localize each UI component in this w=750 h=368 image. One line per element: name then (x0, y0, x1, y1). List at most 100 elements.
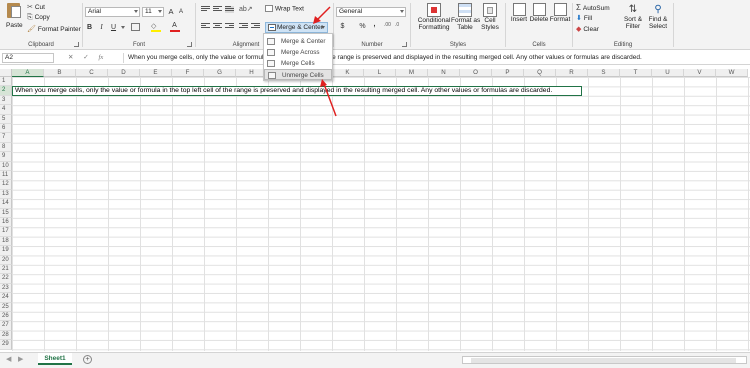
cancel-icon[interactable]: ✕ (68, 54, 73, 61)
fill-button[interactable]: ⬇ Fill (576, 14, 592, 22)
column-header[interactable]: N (428, 69, 460, 77)
column-header[interactable]: P (492, 69, 524, 77)
font-name-select[interactable]: Arial (85, 7, 140, 17)
font-size-select[interactable]: 11 (142, 7, 164, 17)
find-select-button[interactable]: ⚲ Find & Select (646, 3, 670, 30)
menu-item-merge-across[interactable]: Merge Across (264, 47, 332, 58)
copy-button[interactable]: ⎘ Copy (27, 14, 50, 22)
column-header[interactable]: K (332, 69, 364, 77)
sort-filter-button[interactable]: ⇅ Sort & Filter (621, 3, 645, 30)
shrink-font-button[interactable]: A (177, 8, 185, 17)
grow-font-button[interactable]: A (167, 7, 175, 16)
row-header[interactable]: 29 (0, 340, 12, 350)
add-sheet-button[interactable]: + (83, 355, 92, 364)
column-header[interactable]: W (716, 69, 748, 77)
sheet-tab[interactable]: Sheet1 (38, 353, 72, 365)
row-header[interactable]: 25 (0, 302, 12, 312)
row-header[interactable]: 16 (0, 218, 12, 228)
name-box[interactable]: A2 (2, 53, 54, 63)
bold-button[interactable]: B (85, 23, 94, 32)
row-header[interactable]: 2 (0, 86, 12, 96)
decrease-decimal-icon[interactable]: .0 (395, 22, 399, 28)
row-header[interactable]: 14 (0, 199, 12, 209)
column-header[interactable]: L (364, 69, 396, 77)
row-header[interactable]: 11 (0, 171, 12, 181)
row-header[interactable]: 6 (0, 124, 12, 134)
decrease-indent-icon[interactable] (239, 23, 248, 30)
middle-align-icon[interactable] (213, 6, 222, 13)
column-header[interactable]: D (108, 69, 140, 77)
column-header[interactable]: O (460, 69, 492, 77)
align-right-icon[interactable] (225, 23, 234, 30)
align-left-icon[interactable] (201, 23, 210, 30)
align-center-icon[interactable] (213, 23, 222, 30)
autosum-button[interactable]: Σ AutoSum (576, 3, 610, 12)
column-header[interactable]: G (204, 69, 236, 77)
column-header[interactable]: E (140, 69, 172, 77)
clear-button[interactable]: ◆ Clear (576, 25, 599, 33)
row-header[interactable]: 18 (0, 236, 12, 247)
row-header[interactable]: 8 (0, 142, 12, 153)
increase-decimal-icon[interactable]: .00 (384, 22, 391, 28)
row-header[interactable]: 9 (0, 152, 12, 162)
italic-button[interactable]: I (97, 23, 106, 32)
increase-indent-icon[interactable] (251, 23, 260, 30)
wrap-text-button[interactable]: Wrap Text (265, 5, 304, 12)
row-header[interactable]: 24 (0, 293, 12, 303)
column-header[interactable]: V (684, 69, 716, 77)
column-header[interactable]: R (556, 69, 588, 77)
row-header[interactable]: 5 (0, 114, 12, 124)
row-header[interactable]: 7 (0, 133, 12, 143)
row-header[interactable]: 3 (0, 95, 12, 106)
cell-area[interactable] (12, 77, 750, 351)
row-header[interactable]: 4 (0, 105, 12, 115)
row-header[interactable]: 22 (0, 274, 12, 284)
column-header[interactable]: C (76, 69, 108, 77)
column-header[interactable]: B (44, 69, 76, 77)
row-header[interactable]: 10 (0, 161, 12, 171)
bottom-align-icon[interactable] (225, 6, 234, 13)
enter-icon[interactable]: ✓ (83, 54, 88, 61)
delete-button[interactable]: Delete (529, 3, 549, 23)
font-color-button[interactable]: A (170, 21, 179, 30)
row-header[interactable]: 26 (0, 312, 12, 322)
percent-button[interactable]: % (358, 22, 367, 31)
menu-item-merge-cells[interactable]: Merge Cells (264, 58, 332, 69)
row-header[interactable]: 21 (0, 265, 12, 275)
currency-button[interactable]: $ (338, 22, 347, 31)
column-header[interactable]: T (620, 69, 652, 77)
column-header[interactable]: Q (524, 69, 556, 77)
number-format-select[interactable]: General (336, 7, 406, 17)
column-header[interactable]: U (652, 69, 684, 77)
row-header[interactable]: 27 (0, 321, 12, 331)
cell-styles-button[interactable]: Cell Styles (479, 3, 501, 31)
conditional-formatting-button[interactable]: Conditional Formatting (415, 3, 453, 31)
column-header[interactable]: A (12, 69, 44, 77)
formula-input[interactable]: When you merge cells, only the value or … (123, 53, 748, 63)
underline-button[interactable]: U (109, 23, 118, 32)
column-header[interactable]: S (588, 69, 620, 77)
column-header[interactable]: F (172, 69, 204, 77)
scroll-left-icon[interactable]: ◀ (6, 355, 11, 363)
paste-icon[interactable] (7, 3, 21, 18)
top-align-icon[interactable] (201, 6, 210, 13)
comma-button[interactable]: , (370, 20, 379, 29)
number-launcher[interactable] (402, 42, 407, 47)
borders-icon[interactable] (131, 23, 140, 31)
cell-a2-merged[interactable]: When you merge cells, only the value or … (12, 86, 582, 96)
format-as-table-button[interactable]: Format as Table (451, 3, 480, 31)
format-button[interactable]: Format (549, 3, 571, 23)
insert-button[interactable]: Insert (509, 3, 529, 23)
row-header[interactable]: 17 (0, 227, 12, 237)
scrollbar-thumb[interactable] (471, 358, 736, 363)
clipboard-launcher[interactable] (74, 42, 79, 47)
insert-function-button[interactable]: fx (99, 54, 104, 61)
cut-button[interactable]: ✂ Cut (27, 3, 45, 11)
column-header[interactable]: M (396, 69, 428, 77)
row-header[interactable]: 13 (0, 189, 12, 200)
row-header[interactable]: 15 (0, 208, 12, 218)
row-header[interactable]: 23 (0, 283, 12, 294)
row-header[interactable]: 20 (0, 255, 12, 265)
row-header[interactable]: 12 (0, 180, 12, 190)
horizontal-scrollbar[interactable] (462, 356, 747, 364)
